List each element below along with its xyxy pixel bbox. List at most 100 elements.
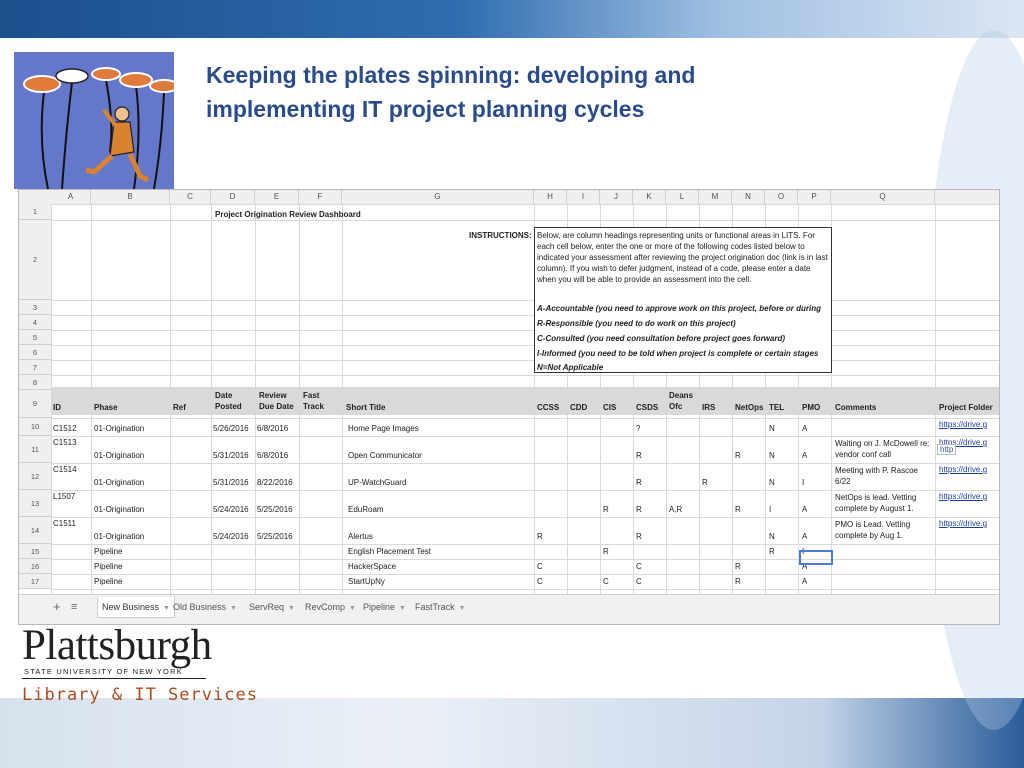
cell-phase[interactable]: 01-Origination [94, 532, 144, 541]
tab-dropdown-icon[interactable]: ▼ [459, 605, 466, 612]
row-number-13[interactable]: 13 [19, 490, 51, 517]
header-review-due[interactable]: Review Due Date [259, 390, 301, 412]
cell-posted[interactable]: 5/31/2016 [213, 478, 249, 487]
sheet-tab[interactable]: New Business ▼ [97, 597, 175, 618]
cell-tel[interactable]: N [769, 532, 775, 541]
column-header-j[interactable]: J [600, 190, 633, 204]
cell-title[interactable]: Alertus [348, 532, 373, 541]
cell-comments[interactable]: Meeting with P. Rascoe 6/22 [835, 465, 935, 487]
row-number-6[interactable]: 6 [19, 345, 51, 360]
cell-due[interactable]: 8/22/2016 [257, 478, 293, 487]
row-number-9[interactable]: 9 [19, 390, 51, 418]
selected-cell[interactable] [799, 550, 833, 565]
column-header-h[interactable]: H [534, 190, 567, 204]
cell-pmo[interactable]: A [802, 532, 807, 541]
column-header-f[interactable]: F [299, 190, 342, 204]
cell-csds[interactable]: C [636, 577, 642, 586]
cell-id[interactable]: C1513 [53, 438, 77, 447]
cell-tel[interactable]: N [769, 424, 775, 433]
column-header-b[interactable]: B [91, 190, 170, 204]
cell-phase[interactable]: Pipeline [94, 562, 122, 571]
cell-phase[interactable]: 01-Origination [94, 424, 144, 433]
cell-project-folder-link[interactable]: https://drive.g [939, 465, 987, 474]
cell-tel[interactable]: N [769, 478, 775, 487]
cell-cis[interactable]: R [603, 547, 609, 556]
column-header-k[interactable]: K [633, 190, 666, 204]
column-header-i[interactable]: I [567, 190, 600, 204]
column-header-q[interactable]: Q [831, 190, 935, 204]
cell-id[interactable]: C1511 [53, 519, 76, 528]
row-number-16[interactable]: 16 [19, 559, 51, 574]
cell-pmo[interactable]: A [802, 505, 807, 514]
header-deans-ofc[interactable]: Deans Ofc [669, 390, 699, 412]
cell-netops[interactable]: R [735, 577, 741, 586]
cell-project-folder-link[interactable]: https://drive.g [939, 519, 987, 528]
column-header-l[interactable]: L [666, 190, 699, 204]
instructions-label[interactable]: INSTRUCTIONS: [469, 231, 532, 240]
cell-title[interactable]: StartUpNy [348, 577, 385, 586]
cell-tel[interactable]: N [769, 451, 775, 460]
cell-phase[interactable]: 01-Origination [94, 505, 144, 514]
row-number-5[interactable]: 5 [19, 330, 51, 345]
cell-pmo[interactable]: A [802, 577, 807, 586]
cell-deans[interactable]: A,R [669, 505, 682, 514]
cell-netops[interactable]: R [735, 562, 741, 571]
cell-irs[interactable]: R [702, 478, 708, 487]
dashboard-title[interactable]: Project Origination Review Dashboard [215, 210, 361, 219]
cell-csds[interactable]: R [636, 478, 642, 487]
header-id[interactable]: ID [53, 402, 61, 413]
cell-comments[interactable]: NetOps is lead. Vetting complete by Augu… [835, 492, 935, 514]
header-phase[interactable]: Phase [94, 402, 118, 413]
cell-posted[interactable]: 5/24/2016 [213, 532, 249, 541]
cell-phase[interactable]: 01-Origination [94, 478, 144, 487]
header-csds[interactable]: CSDS [636, 402, 658, 413]
header-short-title[interactable]: Short Title [346, 402, 385, 413]
row-number-4[interactable]: 4 [19, 315, 51, 330]
cell-ccss[interactable]: C [537, 562, 543, 571]
row-number-7[interactable]: 7 [19, 360, 51, 375]
all-sheets-menu-icon[interactable]: ≡ [71, 601, 77, 613]
row-number-17[interactable]: 17 [19, 574, 51, 589]
cell-ccss[interactable]: C [537, 577, 543, 586]
row-number-10[interactable]: 10 [19, 418, 51, 436]
sheet-tab[interactable]: Old Business ▼ [169, 597, 241, 617]
row-number-3[interactable]: 3 [19, 300, 51, 315]
sheet-tab[interactable]: ServReq ▼ [245, 597, 299, 617]
column-header-d[interactable]: D [211, 190, 255, 204]
header-irs[interactable]: IRS [702, 402, 715, 413]
column-header-g[interactable]: G [342, 190, 534, 204]
cell-title[interactable]: English Placement Test [348, 547, 431, 556]
cell-csds[interactable]: R [636, 451, 642, 460]
sheet-tab[interactable]: Pipeline ▼ [359, 597, 410, 617]
row-number-12[interactable]: 12 [19, 463, 51, 490]
cell-id[interactable]: L1507 [53, 492, 75, 501]
header-comments[interactable]: Comments [835, 402, 876, 413]
cell-phase[interactable]: 01-Origination [94, 451, 144, 460]
cell-cis[interactable]: C [603, 577, 609, 586]
cell-pmo[interactable]: I [802, 478, 804, 487]
header-cdd[interactable]: CDD [570, 402, 587, 413]
cell-cis[interactable]: R [603, 505, 609, 514]
column-header-c[interactable]: C [170, 190, 211, 204]
cell-phase[interactable]: Pipeline [94, 577, 122, 586]
cell-due[interactable]: 5/25/2016 [257, 532, 293, 541]
column-header-o[interactable]: O [765, 190, 798, 204]
header-netops[interactable]: NetOps [735, 402, 763, 413]
row-number-15[interactable]: 15 [19, 544, 51, 559]
add-sheet-button[interactable]: + [53, 599, 61, 614]
cell-csds[interactable]: R [636, 505, 642, 514]
cell-posted[interactable]: 5/31/2016 [213, 451, 249, 460]
tab-dropdown-icon[interactable]: ▼ [399, 605, 406, 612]
header-ref[interactable]: Ref [173, 402, 186, 413]
link-tooltip[interactable]: http [937, 444, 957, 455]
cell-title[interactable]: EduRoam [348, 505, 384, 514]
cell-due[interactable]: 6/8/2016 [257, 451, 288, 460]
cell-posted[interactable]: 5/24/2016 [213, 505, 249, 514]
cell-netops[interactable]: R [735, 451, 741, 460]
header-fast-track[interactable]: Fast Track [303, 390, 341, 412]
header-tel[interactable]: TEL [769, 402, 784, 413]
column-header-p[interactable]: P [798, 190, 831, 204]
header-ccss[interactable]: CCSS [537, 402, 559, 413]
tab-dropdown-icon[interactable]: ▼ [349, 605, 356, 612]
cell-id[interactable]: C1512 [53, 424, 77, 433]
